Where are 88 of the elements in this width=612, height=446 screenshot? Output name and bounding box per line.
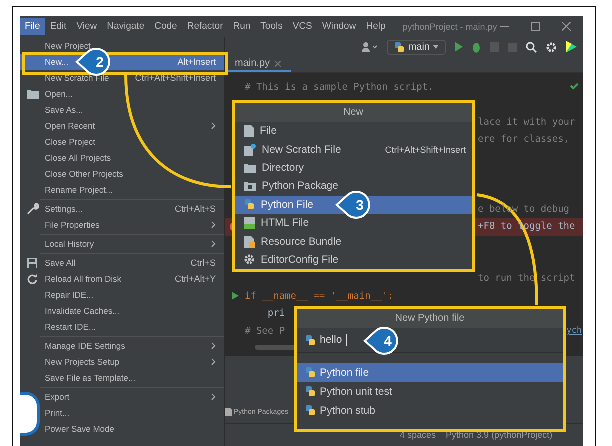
folder-icon	[244, 162, 256, 173]
menu-bar-item[interactable]: Edit	[45, 18, 72, 35]
menu-item[interactable]: Invalidate Caches...	[20, 303, 224, 319]
menu-item[interactable]: Save File as Template...	[20, 370, 224, 386]
python-icon	[305, 405, 316, 416]
code-line: ere for classes,	[478, 134, 570, 146]
file-icon	[244, 125, 254, 138]
window-title: pythonProject - main.py	[402, 22, 498, 32]
menu-item[interactable]: File Properties	[20, 217, 224, 233]
user-icon[interactable]	[362, 42, 378, 52]
code-line: lace it with your	[478, 116, 576, 128]
close-icon[interactable]	[562, 22, 571, 31]
html-file-icon	[244, 217, 255, 230]
menu-item[interactable]: Close Project	[20, 134, 224, 150]
code-line: # See P	[245, 326, 286, 337]
resource-bundle-icon	[244, 236, 255, 248]
menu-item[interactable]: Settings... Ctrl+Alt+S	[20, 201, 224, 217]
minimize-icon[interactable]	[500, 26, 509, 28]
run-arrow-icon[interactable]	[232, 292, 238, 300]
settings-icon[interactable]	[546, 42, 557, 52]
code-link[interactable]: ych	[566, 326, 582, 336]
code-line: if __name__ == '__main__':	[245, 290, 394, 302]
menu-bar-item[interactable]: View	[72, 18, 102, 35]
package-folder-icon	[244, 181, 256, 192]
check-icon	[570, 83, 579, 90]
maximize-icon[interactable]	[531, 22, 540, 31]
shortcut-label: Ctrl+S	[190, 258, 216, 268]
status-item[interactable]: 4 spaces	[400, 430, 436, 440]
shortcut-label: Ctrl+Alt+S	[174, 204, 216, 214]
menu-item[interactable]: Restart IDE...	[20, 319, 224, 335]
menu-item[interactable]: Repair IDE...	[20, 287, 224, 303]
run-config-dropdown[interactable]: main	[387, 40, 446, 54]
menu-bar-item[interactable]: Tools	[256, 18, 288, 35]
callout-tooltip	[20, 392, 40, 436]
python-icon	[394, 42, 406, 52]
menu-item[interactable]: Save As...	[20, 102, 224, 118]
menu-item[interactable]: Open...	[20, 86, 224, 102]
shortcut-label: Ctrl+Alt+Y	[174, 274, 216, 284]
file-type-item[interactable]: Python stub	[297, 401, 563, 420]
menu-bar-item[interactable]: VCS	[288, 18, 318, 35]
search-icon[interactable]	[526, 42, 537, 52]
gear-icon	[244, 254, 255, 266]
caret-icon	[433, 45, 439, 49]
menu-item[interactable]: Manage IDE Settings	[20, 338, 224, 354]
popup-item[interactable]: Resource Bundle	[235, 232, 472, 251]
scratch-file-icon	[244, 144, 256, 156]
python-icon	[305, 386, 316, 397]
menu-item[interactable]: Close Other Projects	[20, 166, 224, 182]
shortcut-label: Alt+Insert	[178, 57, 216, 67]
menu-item[interactable]: Power Save Mode	[20, 421, 224, 437]
menu-bar-item[interactable]: Run	[228, 18, 256, 35]
menu-item[interactable]: Rename Project...	[20, 182, 224, 198]
menu-bar-item[interactable]: Navigate	[102, 18, 150, 35]
step-badge: 3	[335, 190, 373, 220]
popup-item[interactable]: File	[235, 122, 472, 140]
menu-item[interactable]: Reload All from Disk Ctrl+Alt+Y	[20, 271, 224, 287]
popup-item[interactable]: EditorConfig File	[235, 250, 472, 270]
shortcut-label: Ctrl+Alt+Shift+Insert	[385, 144, 466, 155]
menu-item[interactable]: Save All Ctrl+S	[20, 255, 224, 271]
popup-title: New	[235, 103, 472, 122]
menu-item[interactable]: New Projects Setup	[20, 354, 224, 370]
python-icon	[305, 334, 316, 346]
file-type-item[interactable]: Python unit test	[297, 382, 563, 401]
popup-item[interactable]: Directory	[235, 158, 472, 178]
status-item[interactable]: Python 3.9 (pythonProject)	[446, 430, 553, 440]
step-badge: 4	[363, 326, 401, 356]
app-logo-icon[interactable]	[566, 41, 577, 53]
run-icon[interactable]	[455, 42, 463, 52]
menu-item[interactable]: Local History	[20, 236, 224, 252]
menu-bar-item[interactable]: Window	[317, 18, 362, 35]
shortcut-label: Ctrl+Alt+Shift+Insert	[135, 73, 216, 83]
code-line: pri	[266, 308, 286, 320]
menu-item[interactable]: Close All Projects	[20, 150, 224, 166]
menu-bar-item[interactable]: Code	[150, 18, 182, 35]
python-icon	[305, 367, 316, 378]
menu-bar-item[interactable]: File	[20, 18, 46, 35]
menu-bar-item[interactable]: Refactor	[182, 18, 228, 35]
menu-bar-item[interactable]: Help	[361, 18, 391, 35]
close-icon[interactable]	[275, 60, 282, 66]
code-line: # This is a sample Python script.	[245, 82, 434, 94]
menu-item[interactable]: Open Recent	[20, 118, 224, 134]
refresh-icon	[27, 274, 38, 284]
popup-item[interactable]: New Scratch File Ctrl+Alt+Shift+Insert	[235, 140, 472, 159]
menu-item[interactable]: Export	[20, 389, 224, 405]
file-type-item[interactable]: Python file	[297, 363, 563, 382]
folder-icon	[27, 89, 39, 99]
menu-item[interactable]: Print...	[20, 405, 224, 421]
dialog-title: New Python file	[297, 309, 563, 328]
